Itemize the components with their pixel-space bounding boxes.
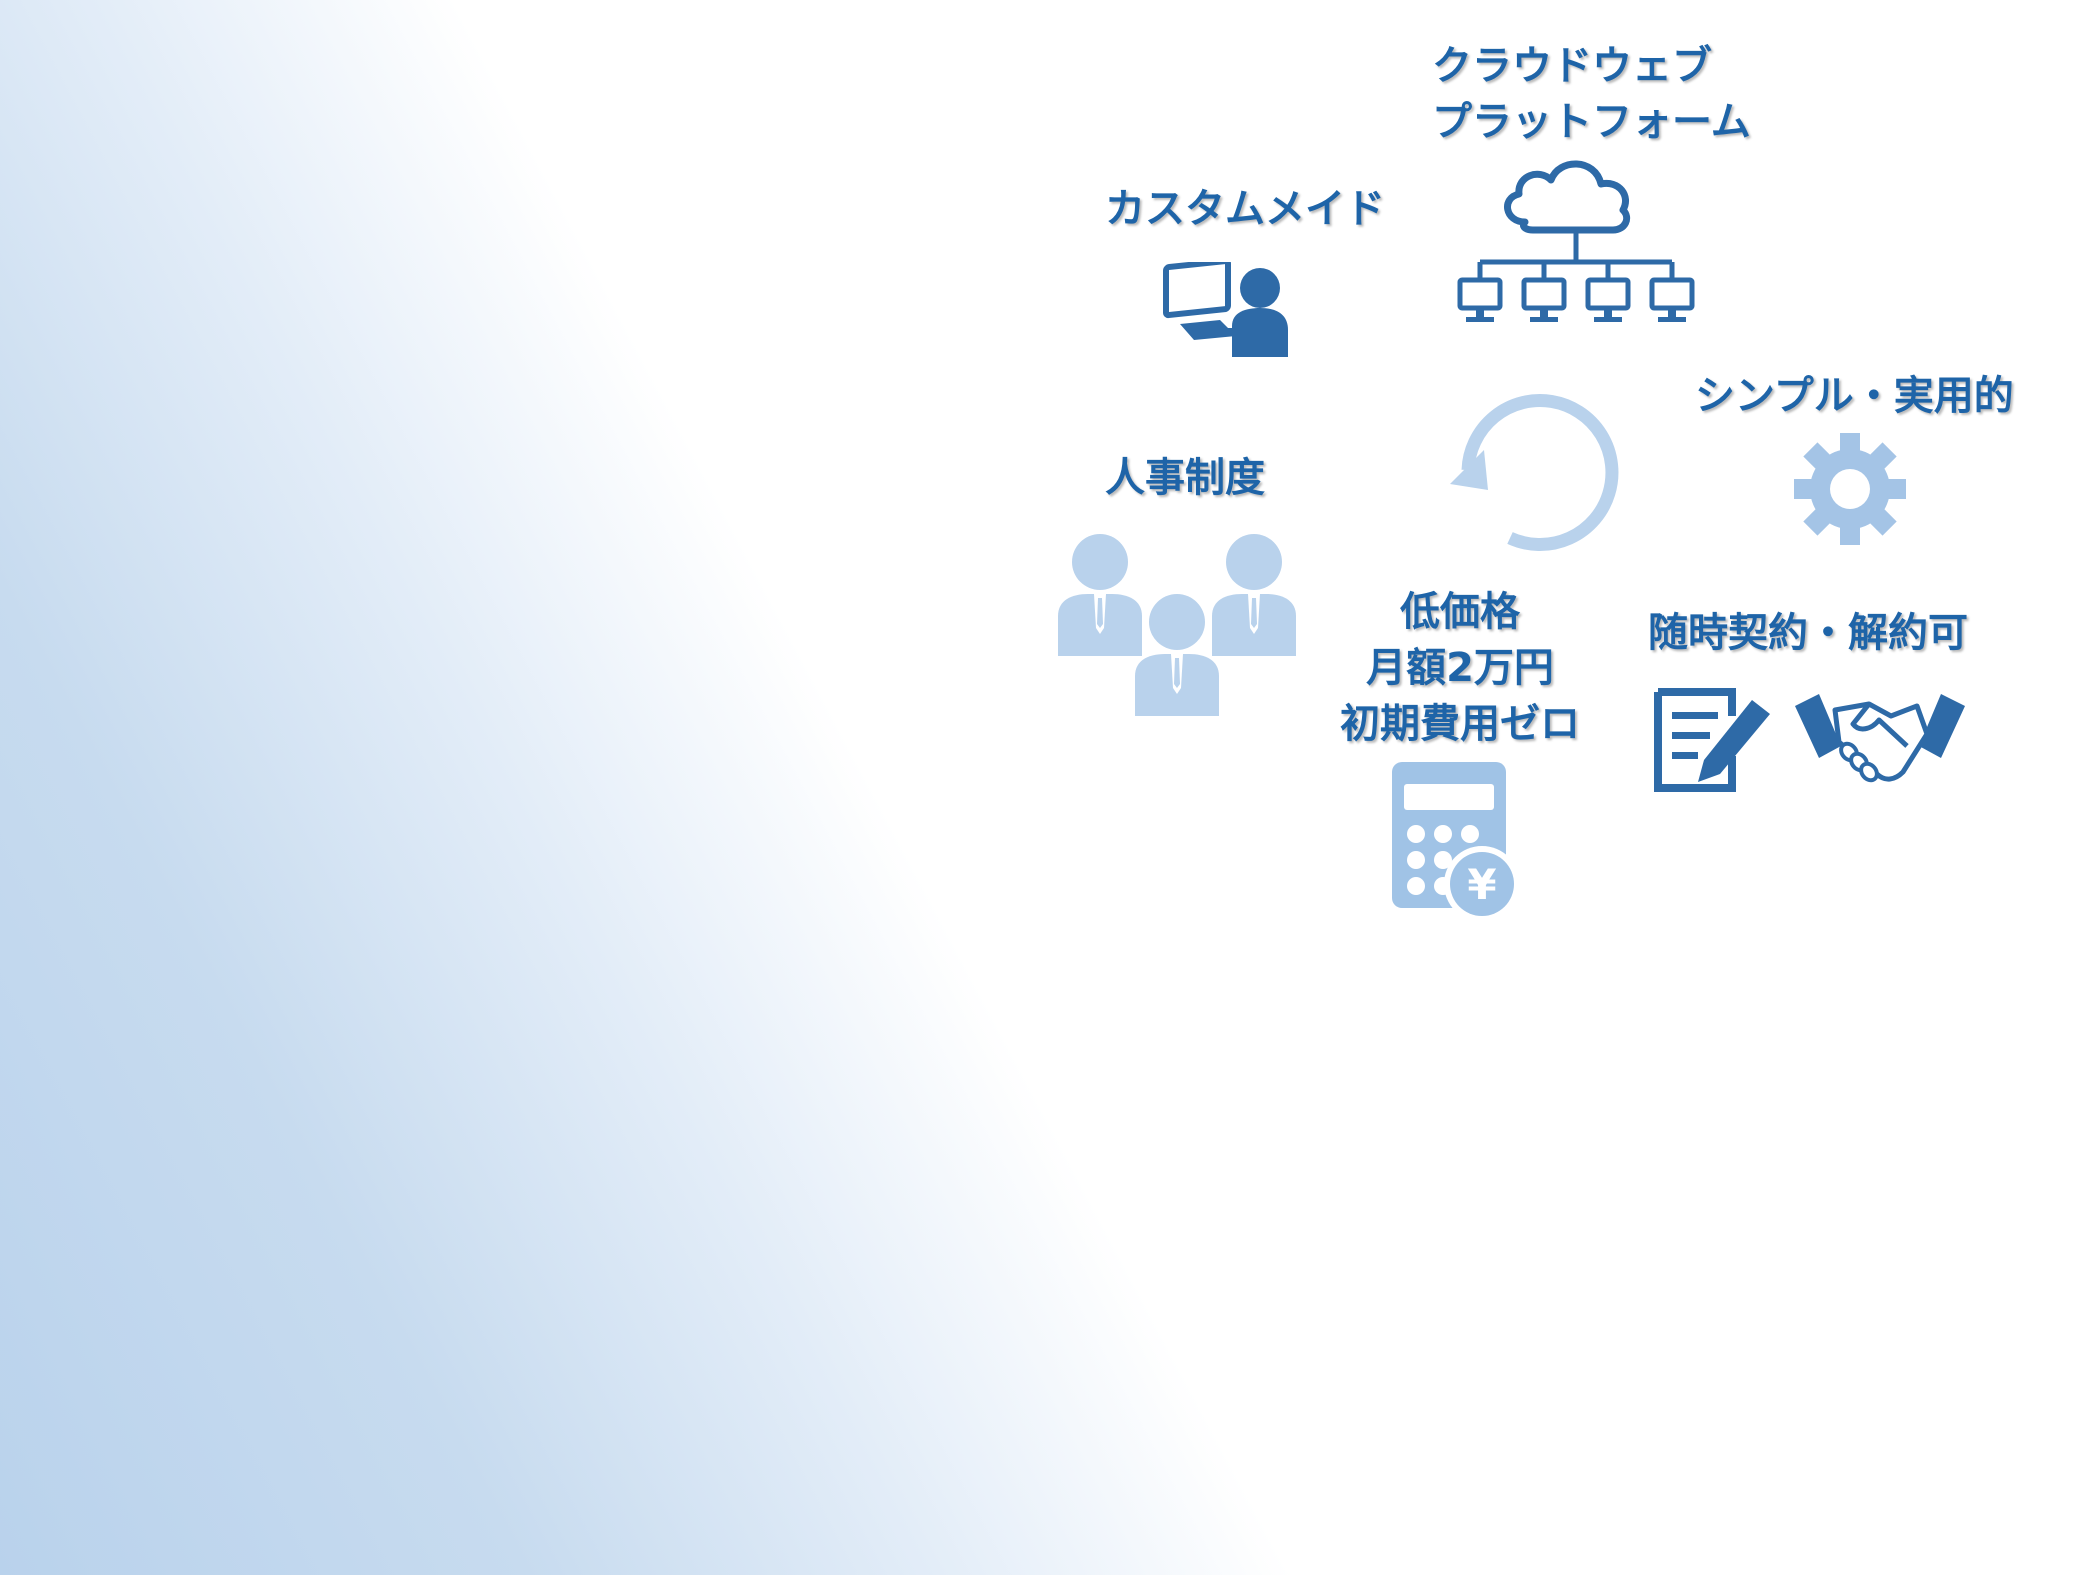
simple-practical-label: シンプル・実用的 — [1695, 373, 2014, 419]
low-price-label: 低価格 月額2万円 初期費用ゼロ — [1320, 584, 1600, 752]
hr-system-label: 人事制度 — [1105, 455, 1265, 501]
cloud-label-line2: プラットフォーム — [1432, 99, 1751, 145]
contract-label: 随時契約・解約可 — [1648, 610, 1968, 656]
custom-made-label: カスタムメイド — [1105, 186, 1385, 232]
cloud-platform-label: クラウドウェブ プラットフォーム — [1432, 38, 1751, 150]
people-group-icon — [1058, 534, 1296, 716]
yen-symbol: ¥ — [1467, 860, 1496, 909]
contract-document-icon — [1654, 688, 1770, 792]
price-label-line1: 低価格 — [1400, 589, 1520, 635]
price-label-line3: 初期費用ゼロ — [1340, 701, 1580, 747]
cycle-arrow-icon — [1450, 394, 1619, 551]
price-label-line2: 月額2万円 — [1366, 645, 1554, 691]
user-computer-icon — [1163, 262, 1288, 357]
handshake-icon — [1795, 694, 1965, 783]
cloud-network-icon — [1457, 160, 1695, 322]
calculator-yen-icon: ¥ — [1392, 762, 1520, 922]
gear-icon — [1794, 433, 1906, 545]
cloud-label-line1: クラウドウェブ — [1432, 43, 1712, 89]
